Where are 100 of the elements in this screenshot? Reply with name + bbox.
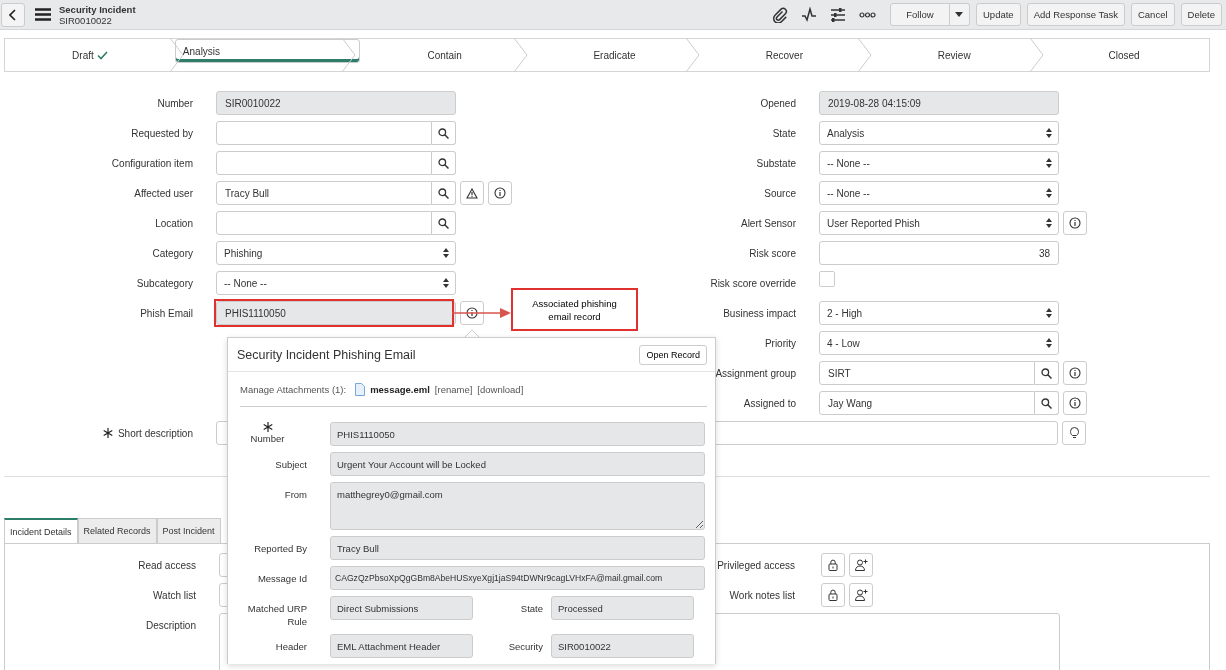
dropdown-button[interactable] (950, 3, 970, 26)
field-label: Risk score (748, 247, 797, 259)
lock-button[interactable] (821, 553, 845, 577)
dropdown-field[interactable]: -- None -- (216, 271, 456, 295)
attachment-action-link[interactable]: [download] (477, 383, 524, 395)
alert-button[interactable] (460, 181, 484, 205)
readonly-field[interactable]: 2019-08-28 04:15:09 (819, 91, 1059, 115)
info-icon (1069, 397, 1081, 409)
text-field[interactable] (216, 151, 432, 175)
follow-button[interactable]: Follow (890, 3, 950, 26)
chevron-left-icon (9, 8, 17, 21)
dropdown-field[interactable]: -- None -- (819, 151, 1059, 175)
info-icon (466, 307, 478, 319)
readonly-field[interactable]: matthegrey0@gmail.com (330, 482, 705, 530)
sort-arrows-icon (443, 278, 449, 288)
text-field[interactable]: Jay Wang (819, 391, 1035, 415)
field-label: Privileged access (716, 559, 796, 571)
attachment-action-link[interactable]: [rename] (434, 383, 473, 395)
field-label: Work notes list (728, 589, 796, 601)
stage-step[interactable]: Review (869, 39, 1040, 71)
checkbox[interactable] (819, 271, 835, 287)
section-tab[interactable]: Related Records (77, 518, 157, 543)
suggestion-button[interactable] (1062, 421, 1086, 445)
text-field[interactable]: SIRT (819, 361, 1035, 385)
file-icon (355, 382, 366, 396)
readonly-field[interactable]: SIR0010022 (216, 91, 456, 115)
field-label: Watch list (152, 588, 197, 603)
field-label: Security (507, 640, 543, 653)
search-button[interactable] (432, 151, 456, 175)
lock-icon (828, 559, 838, 571)
dropdown-field[interactable]: Analysis (819, 121, 1059, 145)
header-button[interactable]: Cancel (1130, 3, 1175, 26)
search-button[interactable] (432, 211, 456, 235)
open-record-button[interactable]: Open Record (639, 344, 707, 365)
info-button[interactable] (1063, 361, 1087, 385)
check-icon (96, 50, 108, 60)
sort-arrows-icon (1046, 308, 1052, 318)
header-button[interactable]: Delete (1180, 3, 1222, 26)
stage-step[interactable]: Draft (5, 39, 175, 71)
field-label: Priority (763, 337, 797, 349)
attachment-link[interactable]: message.eml (370, 383, 430, 395)
dropdown-field[interactable]: User Reported Phish (819, 211, 1059, 235)
readonly-field[interactable]: SIR0010022 (551, 634, 694, 658)
readonly-field[interactable]: Processed (551, 596, 694, 620)
stage-step[interactable]: Contain (359, 39, 530, 71)
field-label: State (519, 602, 543, 615)
info-icon (494, 187, 506, 199)
info-button[interactable] (488, 181, 512, 205)
field-label: Number (156, 97, 194, 109)
activity-icon[interactable] (801, 6, 817, 23)
menu-icon[interactable] (35, 8, 51, 21)
readonly-field[interactable]: Urgent Your Account will be Locked (330, 452, 705, 476)
field-label: Risk score override (709, 277, 797, 289)
info-button[interactable] (1063, 211, 1087, 235)
lock-button[interactable] (821, 583, 845, 607)
field-label: Phish Email (139, 307, 194, 319)
info-button[interactable] (1063, 391, 1087, 415)
dropdown-field[interactable]: Phishing (216, 241, 456, 265)
readonly-field[interactable]: PHIS1110050 (330, 422, 705, 446)
field-label: Affected user (133, 187, 194, 199)
stage-step[interactable]: Analysis (174, 39, 360, 63)
annotation-callout: Associated phishing email record (511, 288, 638, 331)
field-label: Short description (0, 427, 216, 439)
text-field[interactable]: Tracy Bull (216, 181, 432, 205)
annotation-arrow (452, 307, 512, 319)
dropdown-field[interactable]: -- None -- (819, 181, 1059, 205)
field-label: Assigned to (742, 397, 797, 409)
search-button[interactable] (432, 181, 456, 205)
stage-step[interactable]: Recover (699, 39, 870, 71)
add-user-button[interactable] (849, 583, 873, 607)
search-button[interactable] (432, 121, 456, 145)
text-field[interactable] (216, 211, 432, 235)
readonly-field[interactable]: PHIS1110050 (216, 301, 456, 325)
readonly-field[interactable]: EML Attachment Header (330, 634, 473, 658)
number-field[interactable]: 38 (819, 241, 1059, 265)
stage-step[interactable]: Closed (1039, 39, 1209, 71)
readonly-field[interactable]: Tracy Bull (330, 536, 705, 560)
field-label: Source (763, 187, 797, 199)
search-button[interactable] (1035, 391, 1059, 415)
text-field[interactable] (216, 121, 432, 145)
header-button[interactable]: Update (976, 3, 1021, 26)
search-icon (438, 127, 449, 139)
readonly-field[interactable]: CAGzQzPbsoXpQgGBm8AbeHUSxyeXgj1jaS94tDWNr9cagLVHxFA@mail.gmail.com (330, 566, 705, 590)
stage-step[interactable]: Eradicate (529, 39, 700, 71)
search-button[interactable] (1035, 361, 1059, 385)
section-tab[interactable]: Incident Details (4, 518, 78, 543)
field-label: Description (144, 618, 197, 633)
sort-arrows-icon (1046, 218, 1052, 228)
dropdown-field[interactable]: 4 - Low (819, 331, 1059, 355)
back-button[interactable] (1, 2, 25, 27)
section-tab[interactable]: Post Incident (156, 518, 221, 543)
add-user-button[interactable] (849, 553, 873, 577)
dropdown-field[interactable]: 2 - High (819, 301, 1059, 325)
field-label: Read access (137, 558, 197, 573)
more-icon[interactable] (859, 11, 876, 18)
readonly-field[interactable]: Direct Submissions (330, 596, 473, 620)
info-button[interactable] (460, 301, 484, 325)
paperclip-icon[interactable] (772, 6, 788, 23)
header-button[interactable]: Add Response Task (1026, 3, 1125, 26)
sliders-icon[interactable] (830, 6, 846, 23)
